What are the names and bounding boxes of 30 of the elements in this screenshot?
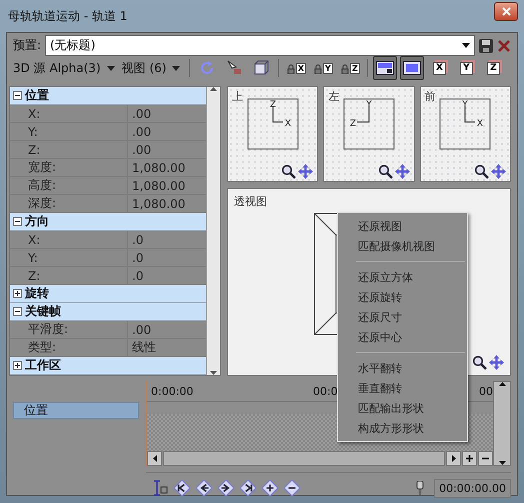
property-label: 类型: [10,339,128,356]
ruler-time: 00:0 [313,384,338,398]
view-label: 前 [424,89,436,104]
property-label: Y: [10,123,128,140]
ruler-time: 00 [479,384,493,398]
axis-cube-icon: Z [487,62,500,74]
group-title: 旋转 [25,285,49,302]
view-label: 左 [328,89,340,104]
ruler-time: 0:00:00 [151,384,194,398]
property-label: 平滑度: [10,321,128,338]
preset-label: 预置: [13,37,42,54]
property-label: X: [10,105,128,122]
property-label: Z: [10,141,128,158]
group-title: 工作区 [25,357,61,374]
axis-gizmo-drawing: Z X [246,98,299,150]
property-label: Z: [10,267,128,284]
group-title: 关键帧 [25,303,61,320]
property-label: Y: [10,249,128,266]
property-label: 高度: [10,177,128,194]
property-label: 宽度: [10,159,128,176]
timecode-display: 00:00:00.00 [434,478,511,498]
axis-cube-icon: X [432,62,446,74]
group-title: 位置 [25,87,49,104]
property-label: X: [10,231,128,248]
group-title: 方向 [25,213,49,230]
window-title: 母轨轨道运动 - 轨道 1 [8,8,128,24]
property-label: 深度: [10,195,128,212]
view-label: 上 [232,89,243,104]
axis-cube-icon: Y [460,62,473,74]
view-label: 透视图 [234,194,267,209]
